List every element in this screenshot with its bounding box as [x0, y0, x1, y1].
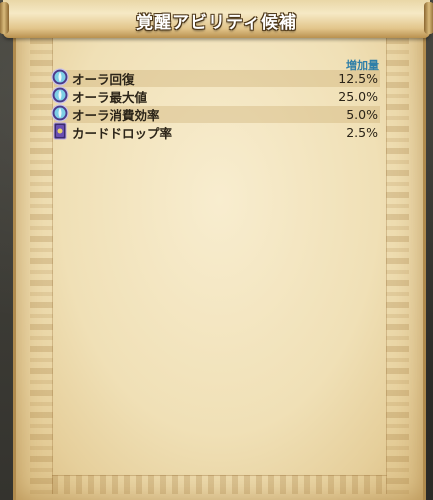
card-icon: [51, 122, 69, 140]
ability-name: カードドロップ率: [72, 126, 173, 141]
aura-orb-icon: [51, 104, 69, 122]
ability-value: 2.5%: [346, 125, 378, 140]
left-ornament-border: [30, 38, 53, 494]
bottom-ornament-border: [52, 475, 387, 494]
ability-value: 12.5%: [338, 71, 378, 86]
panel-title: 覚醒アビリティ候補: [136, 13, 297, 33]
ability-name: オーラ消費効率: [72, 108, 160, 123]
ability-name: オーラ最大値: [72, 90, 148, 105]
aura-orb-icon: [51, 68, 69, 86]
ability-name: オーラ回復: [72, 72, 135, 87]
ability-value: 25.0%: [338, 89, 378, 104]
ability-value: 5.0%: [346, 107, 378, 122]
ability-row: カードドロップ率 2.5%: [51, 122, 380, 141]
scroll-top-roll: 覚醒アビリティ候補: [0, 0, 433, 38]
right-ornament-border: [386, 38, 409, 494]
ability-row: オーラ消費効率 5.0%: [51, 104, 380, 123]
ability-row: オーラ回復 12.5%: [51, 68, 380, 87]
ability-row: オーラ最大値 25.0%: [51, 86, 380, 105]
aura-orb-icon: [51, 86, 69, 104]
